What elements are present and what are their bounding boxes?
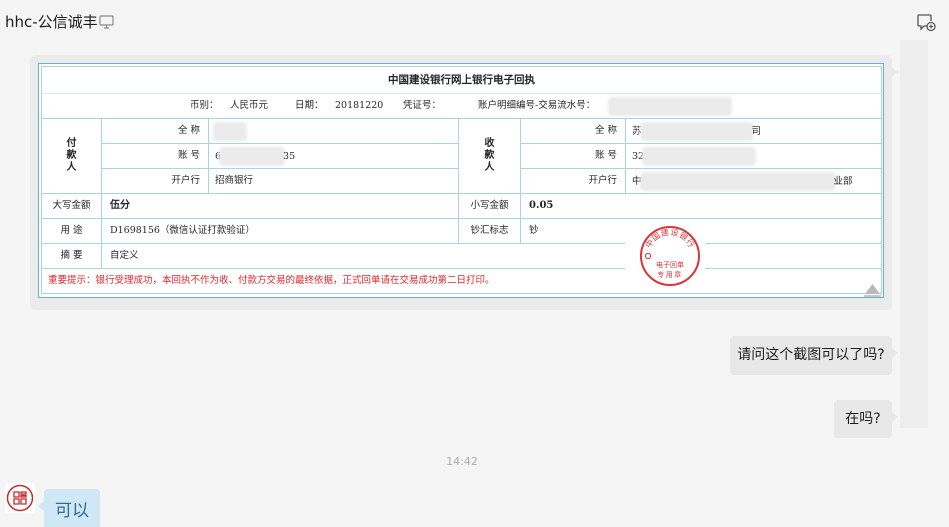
seal-line-2: 专用章 (657, 270, 683, 279)
payee-name-value: 苏司 (624, 118, 883, 144)
outgoing-message-bubble[interactable]: 在吗? (834, 400, 898, 438)
purpose-value: D1698156（微信认证打款验证） (101, 218, 459, 244)
payer-account-suffix: 35 (283, 150, 296, 162)
payee-bank-label: 开户行 (520, 168, 626, 194)
bubble-tail (892, 67, 898, 77)
redacted-text (641, 123, 752, 139)
payer-name-value (208, 118, 459, 144)
compose-chat-icon[interactable] (916, 12, 936, 32)
payer-account-label: 账 号 (101, 143, 209, 169)
seal-line-1: 电子回单 (656, 260, 684, 269)
redacted-text (221, 148, 284, 164)
receipt-table: 中国建设银行网上银行电子回执 币别： 人民币元 日期： 20181220 凭证号… (40, 66, 883, 294)
payee-account-prefix: 32 (632, 150, 645, 162)
amount-figures-label: 小写金额 (458, 193, 521, 219)
amount-words-label: 大写金额 (41, 193, 102, 219)
redacted-text (641, 173, 834, 189)
voucher-label: 凭证号： (403, 100, 442, 111)
payee-account-label: 账 号 (520, 143, 626, 169)
payer-heading: 付款人 (66, 138, 77, 173)
payer-bank-value: 招商银行 (208, 168, 459, 194)
payee-heading-cell: 收款人 (458, 118, 521, 194)
receipt-meta-row: 币别： 人民币元 日期： 20181220 凭证号： 账户明细编号-交易流水号： (40, 93, 883, 119)
important-notice: 重要提示：银行受理成功，本回执不作为收、付款方交易的最终依据，正式回单请在交易成… (40, 268, 883, 294)
amount-words-value: 伍分 (101, 193, 459, 219)
redacted-text (644, 148, 755, 164)
chat-title: hhc-公信诚丰 (5, 13, 98, 31)
payer-account-value: 6 35 (208, 143, 459, 169)
summary-label: 摘 要 (41, 243, 102, 269)
bubble-tail (38, 501, 44, 511)
cash-flag-label: 钞汇标志 (458, 218, 521, 244)
message-text: 请问这个截图可以了吗? (737, 347, 885, 363)
serial-label: 账户明细编号-交易流水号： (478, 100, 596, 111)
bank-receipt-image: 中国建设银行网上银行电子回执 币别： 人民币元 日期： 20181220 凭证号… (38, 63, 884, 298)
payee-bank-suffix: 业部 (833, 175, 853, 187)
bank-seal-stamp: 中国建设银行 电子回单 专用章 (625, 222, 705, 292)
currency-value: 人民币元 (230, 100, 269, 111)
date-value: 20181220 (335, 100, 384, 111)
payee-bank-value: 中 业部 (624, 168, 883, 194)
payee-bank-prefix: 中 (632, 175, 642, 187)
outgoing-message-bubble[interactable]: 请问这个截图可以了吗? (730, 336, 898, 375)
message-text: 可以 (55, 501, 89, 521)
payee-heading: 收款人 (484, 138, 495, 173)
redacted-text (215, 123, 245, 139)
payer-name-label: 全 称 (101, 118, 209, 144)
amount-figures-value: 0.05 (519, 193, 883, 219)
payer-bank-label: 开户行 (101, 168, 209, 194)
payee-name-label: 全 称 (520, 118, 626, 144)
message-timestamp: 14:42 (446, 455, 478, 468)
date-label: 日期： (295, 100, 324, 111)
monitor-icon (99, 15, 114, 29)
bubble-tail (892, 412, 898, 422)
currency-label: 币别： (190, 100, 219, 111)
redacted-text (610, 99, 730, 114)
payee-name-suffix: 司 (751, 125, 762, 137)
seal-logo-avatar[interactable] (5, 483, 35, 513)
payee-name-prefix: 苏 (632, 125, 642, 137)
bubble-tail (892, 348, 898, 358)
redacted-side-column (900, 40, 928, 428)
image-message-bubble[interactable]: 中国建设银行网上银行电子回执 币别： 人民币元 日期： 20181220 凭证号… (30, 55, 898, 310)
triangle-up-icon (864, 284, 881, 297)
summary-value: 自定义 (100, 243, 883, 269)
payer-heading-cell: 付款人 (41, 118, 102, 194)
receipt-title: 中国建设银行网上银行电子回执 (40, 66, 883, 94)
purpose-label: 用 途 (41, 218, 102, 244)
incoming-message-bubble[interactable]: 可以 (38, 489, 100, 527)
payee-account-value: 32 (624, 143, 883, 169)
message-text: 在吗? (845, 411, 881, 427)
